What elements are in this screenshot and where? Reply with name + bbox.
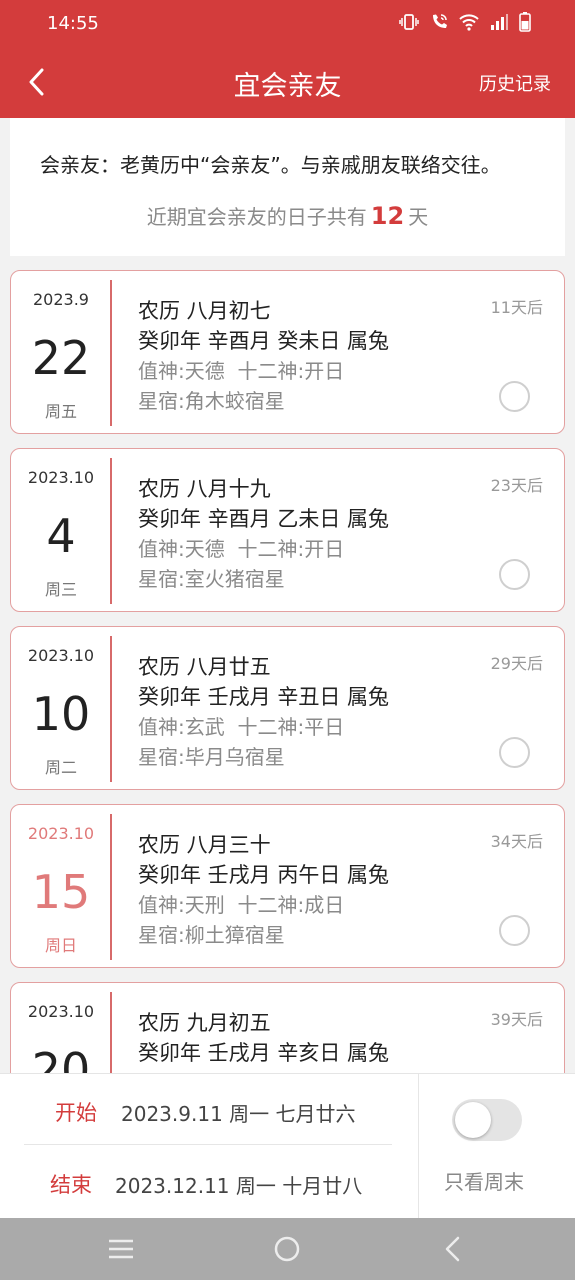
status-time: 14:55 <box>47 13 99 34</box>
wifi-calling-icon <box>433 14 447 28</box>
divider <box>110 636 112 782</box>
day-number: 4 <box>46 509 76 563</box>
summary-count: 12 <box>370 202 405 230</box>
divider <box>110 992 112 1073</box>
status-bar: 14:55 <box>0 0 575 48</box>
ganzhi-text: 癸卯年 辛酉月 乙未日 属兔 <box>138 507 390 531</box>
start-date-row[interactable]: 开始 2023.9.11 周一 七月廿六 <box>0 1074 418 1146</box>
date-range-panel: 开始 2023.9.11 周一 七月廿六 结束 2023.12.11 周一 十月… <box>0 1073 575 1219</box>
day-number: 15 <box>31 865 91 919</box>
shen-text: 值神:天德 十二神:开日 <box>138 359 345 383</box>
year-month: 2023.10 <box>27 468 95 487</box>
end-label: 结束 <box>50 1173 92 1197</box>
year-month: 2023.10 <box>27 824 95 843</box>
xiu-text: 星宿:室火猪宿星 <box>138 567 285 591</box>
shen-text: 值神:玄武 十二神:平日 <box>138 715 345 739</box>
signal-icon <box>491 14 508 30</box>
history-button[interactable]: 历史记录 <box>479 70 551 96</box>
xiu-text: 星宿:角木蛟宿星 <box>138 389 285 413</box>
wifi-icon <box>459 14 479 31</box>
battery-icon <box>519 12 531 32</box>
home-circle-icon <box>274 1236 300 1262</box>
day-card[interactable]: 2023.10 10 周二 农历 八月廿五 癸卯年 壬戌月 辛丑日 属兔 值神:… <box>10 626 565 790</box>
weekday: 周二 <box>44 758 77 777</box>
select-circle[interactable] <box>499 915 530 946</box>
shen-text: 值神:天德 十二神:开日 <box>138 537 345 561</box>
app-header: 14:55 宜会亲友 历史记录 <box>0 0 575 118</box>
weekday: 周五 <box>44 402 77 421</box>
lunar-date: 农历 八月三十 <box>138 833 271 857</box>
divider <box>110 814 112 960</box>
menu-icon <box>109 1239 133 1259</box>
summary-prefix: 近期宜会亲友的日子共有 <box>146 205 367 229</box>
end-value: 2023.12.11 周一 十月廿八 <box>115 1174 363 1198</box>
summary-suffix: 天 <box>408 205 429 229</box>
description-text: 会亲友：老黄历中“会亲友”。与亲戚朋友联络交往。 <box>40 153 501 177</box>
year-month: 2023.9 <box>33 290 89 309</box>
start-label: 开始 <box>55 1101 97 1125</box>
shen-text: 值神:天刑 十二神:成日 <box>138 893 345 917</box>
xiu-text: 星宿:柳土獐宿星 <box>138 923 285 947</box>
day-card[interactable]: 2023.10 15 周日 农历 八月三十 癸卯年 壬戌月 丙午日 属兔 值神:… <box>10 804 565 968</box>
lunar-date: 农历 八月廿五 <box>138 655 271 679</box>
day-number: 22 <box>31 331 91 385</box>
day-number: 10 <box>31 687 91 741</box>
lunar-date: 农历 八月初七 <box>138 299 271 323</box>
day-list[interactable]: 2023.9 22 周五 农历 八月初七 癸卯年 辛酉月 癸未日 属兔 值神:天… <box>10 270 565 1073</box>
xiu-text: 星宿:毕月乌宿星 <box>138 745 285 769</box>
date-column: 2023.10 20 <box>11 983 111 1073</box>
ganzhi-text: 癸卯年 辛酉月 癸未日 属兔 <box>138 329 390 353</box>
system-nav-bar <box>0 1218 575 1280</box>
ganzhi-text: 癸卯年 壬戌月 辛亥日 属兔 <box>138 1041 390 1065</box>
description-card: 会亲友：老黄历中“会亲友”。与亲戚朋友联络交往。 <box>10 118 565 256</box>
date-column: 2023.10 4 周三 <box>11 449 111 611</box>
weekend-only-label: 只看周末 <box>444 1170 524 1194</box>
select-circle[interactable] <box>499 381 530 412</box>
panel-divider <box>418 1074 419 1219</box>
ganzhi-text: 癸卯年 壬戌月 辛丑日 属兔 <box>138 685 390 709</box>
days-after: 23天后 <box>490 476 543 495</box>
menu-button[interactable] <box>106 1234 136 1264</box>
weekday: 周三 <box>44 580 77 599</box>
date-column: 2023.10 15 周日 <box>11 805 111 967</box>
days-after: 39天后 <box>490 1010 543 1029</box>
select-circle[interactable] <box>499 737 530 768</box>
year-month: 2023.10 <box>27 646 95 665</box>
year-month: 2023.10 <box>27 1002 95 1021</box>
toggle-knob <box>455 1102 491 1138</box>
row-divider <box>24 1144 392 1145</box>
date-column: 2023.9 22 周五 <box>11 271 111 433</box>
select-circle[interactable] <box>499 559 530 590</box>
status-icons <box>399 12 531 32</box>
weekday: 周日 <box>44 936 77 955</box>
nav-back-button[interactable] <box>437 1234 467 1264</box>
days-after: 29天后 <box>490 654 543 673</box>
lunar-date: 农历 八月十九 <box>138 477 271 501</box>
divider <box>110 280 112 426</box>
day-card[interactable]: 2023.9 22 周五 农历 八月初七 癸卯年 辛酉月 癸未日 属兔 值神:天… <box>10 270 565 434</box>
day-card[interactable]: 2023.10 20 农历 九月初五 癸卯年 壬戌月 辛亥日 属兔 39天后 <box>10 982 565 1073</box>
days-after: 34天后 <box>490 832 543 851</box>
home-button[interactable] <box>272 1234 302 1264</box>
day-number: 20 <box>31 1043 91 1073</box>
divider <box>110 458 112 604</box>
lunar-date: 农历 九月初五 <box>138 1011 271 1035</box>
weekend-only-toggle[interactable] <box>452 1099 522 1141</box>
vibrate-icon <box>399 14 419 30</box>
summary-line: 近期宜会亲友的日子共有 12 天 <box>0 201 575 230</box>
back-icon <box>445 1236 460 1262</box>
date-column: 2023.10 10 周二 <box>11 627 111 789</box>
end-date-row[interactable]: 结束 2023.12.11 周一 十月廿八 <box>0 1146 418 1218</box>
days-after: 11天后 <box>490 298 543 317</box>
day-card[interactable]: 2023.10 4 周三 农历 八月十九 癸卯年 辛酉月 乙未日 属兔 值神:天… <box>10 448 565 612</box>
start-value: 2023.9.11 周一 七月廿六 <box>121 1102 356 1126</box>
ganzhi-text: 癸卯年 壬戌月 丙午日 属兔 <box>138 863 390 887</box>
